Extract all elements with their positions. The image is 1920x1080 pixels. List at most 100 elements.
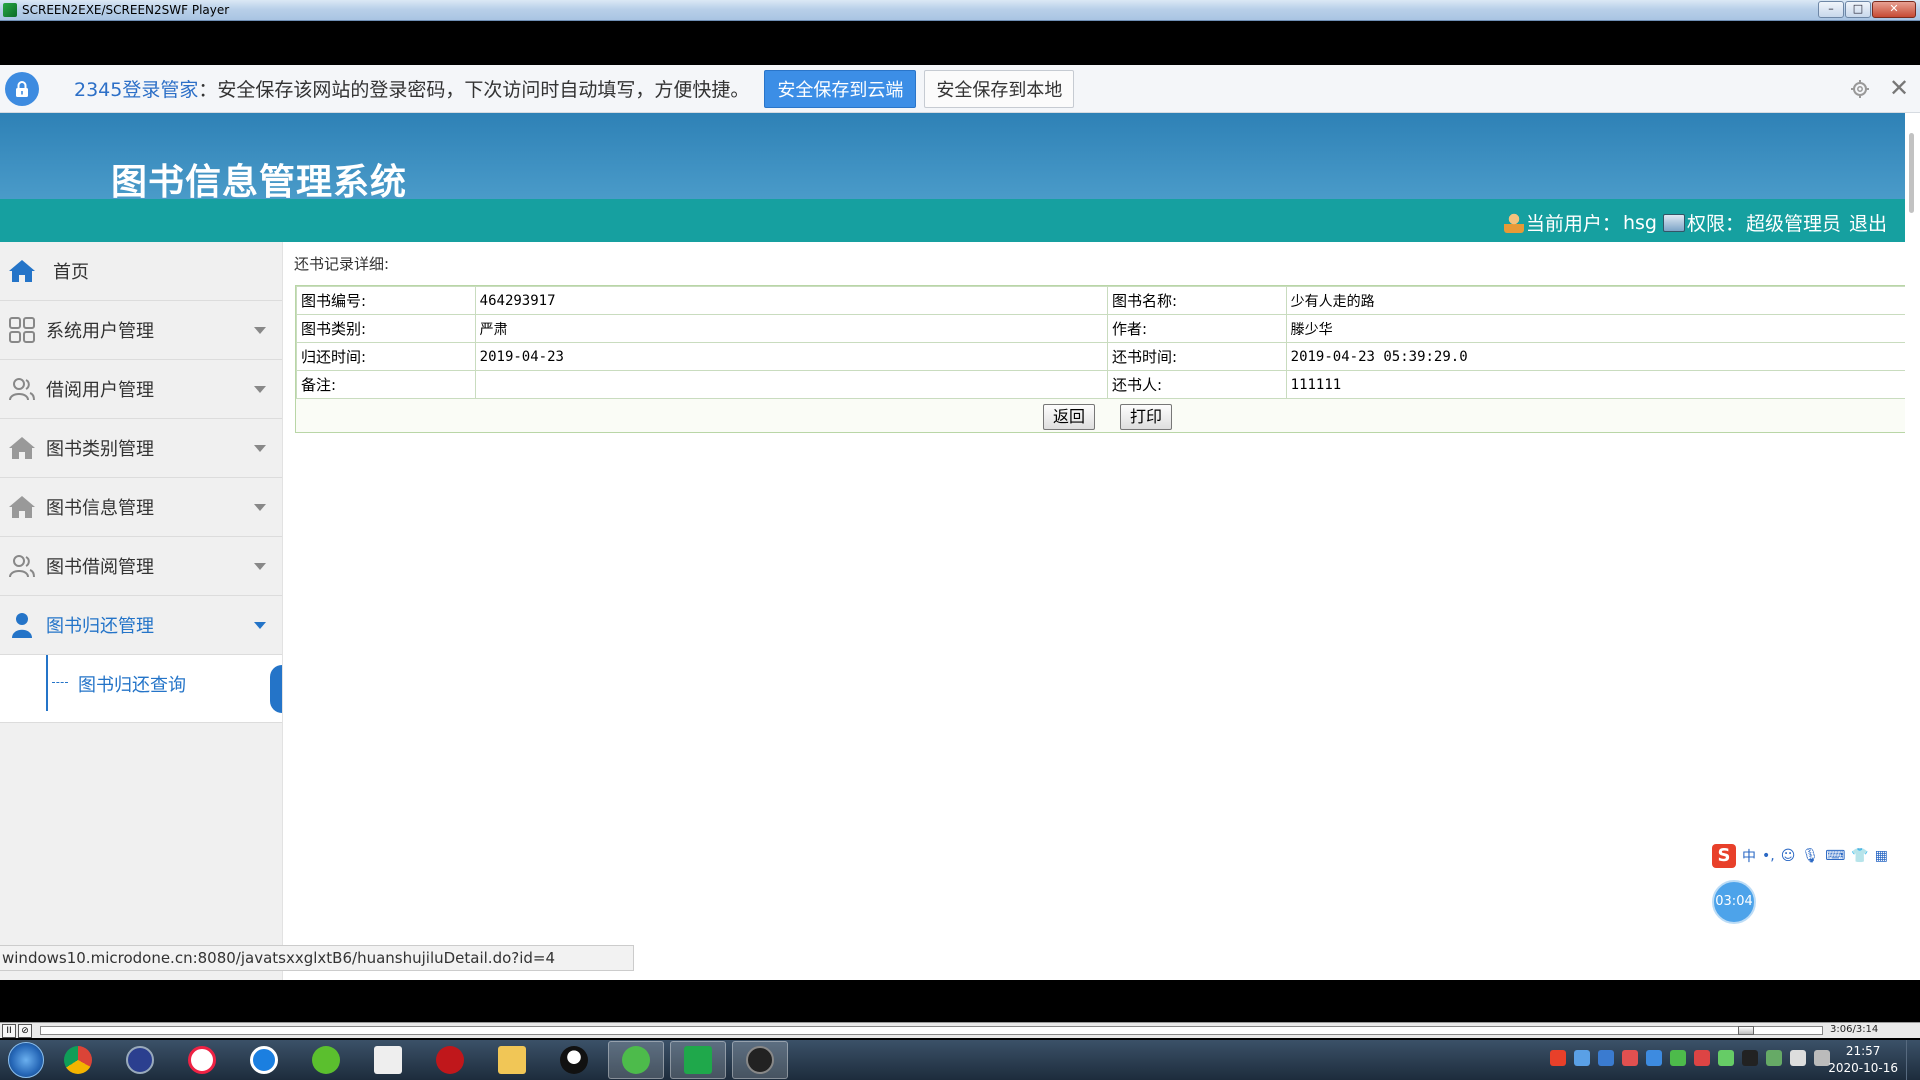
table-row: 图书编号: 464293917 图书名称: 少有人走的路 [296,286,1920,315]
taskbar-chrome[interactable] [50,1041,106,1079]
taskbar-app-12[interactable] [732,1041,788,1079]
scrollbar-thumb[interactable] [1909,133,1914,213]
lock-icon-wrap [0,65,44,113]
current-user-label: 当前用户： [1525,213,1621,235]
users-icon [9,555,35,578]
sidebar-item-home[interactable]: 首页 [0,242,282,301]
table-row: 图书类别: 严肃 作者: 滕少华 [296,314,1920,343]
player-control-bar: II ⊘ 3:06/3:14 [0,1022,1920,1038]
sidebar-item-system-users[interactable]: 系统用户管理 [0,301,282,360]
logout-link[interactable]: 退出 [1849,209,1887,236]
tray-icon[interactable] [1694,1050,1710,1066]
window-controls: – □ ✕ [1818,1,1916,18]
gear-icon[interactable] [1850,79,1870,99]
user-icon [1503,212,1524,233]
tray-volume-icon[interactable] [1790,1050,1806,1066]
tray-icon[interactable] [1598,1050,1614,1066]
minimize-button[interactable]: – [1818,1,1844,18]
pause-button[interactable]: II [2,1023,16,1038]
detail-panel: 图书编号: 464293917 图书名称: 少有人走的路 图书类别: 严肃 作者… [295,285,1920,433]
field-value: 2019-04-23 05:39:29.0 [1285,342,1920,371]
sidebar-item-label: 图书借阅管理 [46,557,154,578]
taskbar-flash[interactable] [422,1041,478,1079]
sidebar-subitem-return-query[interactable]: 图书归还查询 [0,655,282,723]
player-icon [684,1046,712,1074]
clock-date: 2020-10-16 [1828,1061,1898,1075]
maximize-button[interactable]: □ [1845,1,1871,18]
app-title: 图书信息管理系统 [111,162,408,203]
sidebar-item-label: 首页 [53,262,89,283]
folder-icon [498,1046,526,1074]
save-to-cloud-button[interactable]: 安全保存到云端 [764,69,917,108]
field-label: 图书类别: [296,314,476,343]
recording-timer[interactable]: 03:04 [1712,880,1756,924]
field-value [474,370,1108,399]
users-icon [9,378,35,401]
app-header: 图书信息管理系统 [0,113,1905,203]
chevron-down-icon [254,622,266,629]
tray-shield-icon[interactable] [1646,1050,1662,1066]
ime-punct[interactable]: •, [1762,848,1775,864]
browser-viewport: 2345登录管家 ：安全保存该网站的登录密码，下次访问时自动填写，方便快捷。 安… [0,65,1920,980]
taskbar-app-3[interactable] [174,1041,230,1079]
clock-time: 21:57 [1845,1044,1881,1058]
sidebar-item-book-categories[interactable]: 图书类别管理 [0,419,282,478]
taskbar: 21:57 2020-10-16 [0,1040,1920,1080]
taskbar-app-6[interactable] [360,1041,416,1079]
field-value: 111111 [1285,370,1920,399]
player-app-icon [3,3,17,17]
taskbar-clock[interactable]: 21:57 2020-10-16 [1828,1043,1898,1077]
seek-track[interactable] [40,1026,1823,1035]
tray-network-icon[interactable] [1766,1050,1782,1066]
taskbar-browser[interactable] [236,1041,292,1079]
sidebar-item-book-borrow[interactable]: 图书借阅管理 [0,537,282,596]
stop-icon[interactable]: ⊘ [18,1023,32,1038]
taskbar-app-2[interactable] [112,1041,168,1079]
ime-toolbar[interactable]: S 中 •, ☺ 🎙 ⌨ 👕 ▦ [1712,843,1920,869]
close-button[interactable]: ✕ [1872,1,1916,18]
skin-icon[interactable]: 👕 [1851,848,1868,864]
emoji-icon[interactable]: ☺ [1781,848,1796,864]
field-value: 严肃 [474,314,1108,343]
toolbox-icon[interactable]: ▦ [1875,848,1888,864]
sidebar-item-book-return[interactable]: 图书归还管理 [0,596,282,655]
sidebar: 首页 系统用户管理 借阅用户管理 图书类别管理 图书信息管理 图书借阅管理 图书… [0,242,283,980]
active-marker [270,665,282,713]
show-desktop-button[interactable] [1906,1040,1920,1080]
back-button[interactable]: 返回 [1042,404,1095,430]
home-icon [9,260,35,282]
permission-label: 权限： [1686,213,1744,235]
sidebar-item-label: 图书归还管理 [46,616,154,637]
tray-sogou-icon[interactable] [1550,1050,1566,1066]
tray-icon[interactable] [1622,1050,1638,1066]
taskbar-explorer[interactable] [484,1041,540,1079]
sidebar-item-borrow-users[interactable]: 借阅用户管理 [0,360,282,419]
taskbar-wechat[interactable] [608,1041,664,1079]
field-value: 464293917 [474,286,1108,315]
sogou-logo-icon[interactable]: S [1712,844,1736,868]
tray-icon[interactable] [1574,1050,1590,1066]
taskbar-app-5[interactable] [298,1041,354,1079]
sidebar-item-label: 借阅用户管理 [46,380,154,401]
print-button[interactable]: 打印 [1120,404,1173,430]
tray-qq-icon[interactable] [1742,1050,1758,1066]
playback-time: 3:06/3:14 [1830,1024,1879,1035]
tray-wechat-icon[interactable] [1670,1050,1686,1066]
tray-icon[interactable] [1718,1050,1734,1066]
seek-knob[interactable] [1738,1026,1754,1035]
field-label: 图书编号: [296,286,476,315]
sidebar-item-book-info[interactable]: 图书信息管理 [0,478,282,537]
taskbar-player[interactable] [670,1041,726,1079]
save-to-local-button[interactable]: 安全保存到本地 [924,69,1075,108]
mic-icon[interactable]: 🎙 [1801,848,1819,864]
player-titlebar: SCREEN2EXE/SCREEN2SWF Player – □ ✕ [0,0,1920,21]
taskbar-qq[interactable] [546,1041,602,1079]
tree-dash [52,682,68,683]
qq-icon [560,1046,588,1074]
start-button[interactable] [8,1042,44,1078]
app-icon [746,1046,774,1074]
keyboard-icon[interactable]: ⌨ [1825,848,1845,864]
close-bar-icon[interactable]: ✕ [1888,76,1910,100]
field-value: 滕少华 [1285,314,1920,343]
ime-mode[interactable]: 中 [1742,846,1756,866]
